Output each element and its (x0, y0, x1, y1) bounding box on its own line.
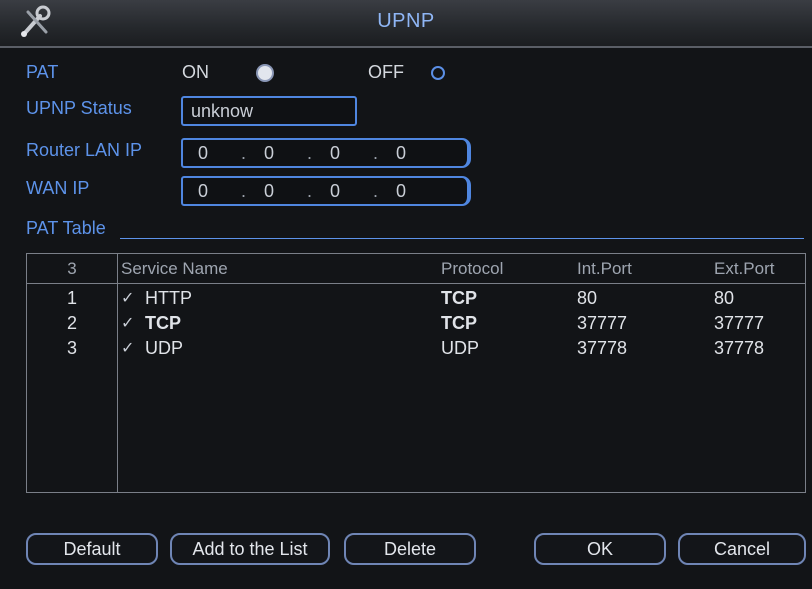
ip-dot: . (307, 143, 313, 163)
service-name-header[interactable]: Service Name (121, 259, 228, 279)
pat-table: 3 Service Name Protocol Int.Port Ext.Por… (26, 253, 806, 493)
ip-octet[interactable]: 0 (189, 181, 217, 202)
ip-octet[interactable]: 0 (255, 181, 283, 202)
delete-button[interactable]: Delete (344, 533, 476, 565)
protocol: TCP (441, 313, 477, 333)
ext-port-header[interactable]: Ext.Port (714, 259, 774, 279)
table-header: 3 Service Name Protocol Int.Port Ext.Por… (27, 254, 805, 284)
window-title: UPNP (377, 10, 435, 32)
pat-off-radio[interactable] (431, 66, 445, 80)
ip-octet[interactable]: 0 (321, 143, 349, 164)
ip-dot: . (307, 181, 313, 201)
router-lan-ip-label: Router LAN IP (26, 140, 143, 160)
upnp-status-field: unknow (181, 96, 357, 126)
ext-port: 37778 (714, 338, 765, 358)
ip-octet[interactable]: 0 (387, 143, 415, 164)
protocol-header[interactable]: Protocol (441, 259, 503, 279)
int-port: 37778 (577, 338, 628, 358)
upnp-status-label: UPNP Status (26, 98, 132, 118)
checkmark-icon[interactable]: ✓ (121, 313, 134, 333)
protocol: TCP (441, 288, 477, 308)
ip-octet[interactable]: 0 (189, 143, 217, 164)
checkmark-icon[interactable]: ✓ (121, 288, 134, 308)
service-name: HTTP (145, 288, 192, 308)
int-port: 80 (577, 288, 598, 308)
ip-octet[interactable]: 0 (255, 143, 283, 164)
ok-button[interactable]: OK (534, 533, 666, 565)
ip-dot: . (241, 143, 247, 163)
pat-off-label: OFF (368, 62, 404, 82)
router-lan-ip-input[interactable]: 0 . 0 . 0 . 0 (181, 138, 471, 168)
wan-ip-label: WAN IP (26, 178, 90, 198)
table-row[interactable]: 1 ✓ HTTP TCP 80 80 (27, 286, 805, 312)
service-name: UDP (145, 338, 184, 358)
title-bar: UPNP (0, 0, 812, 48)
wan-ip-input[interactable]: 0 . 0 . 0 . 0 (181, 176, 471, 206)
row-count-header: 3 (67, 259, 77, 278)
pat-label: PAT (26, 62, 59, 82)
ip-dot: . (373, 143, 379, 163)
ip-dot: . (241, 181, 247, 201)
row-index: 2 (66, 313, 77, 333)
section-divider (120, 238, 804, 239)
ip-octet[interactable]: 0 (321, 181, 349, 202)
protocol: UDP (441, 338, 480, 358)
pat-on-label: ON (182, 62, 209, 82)
row-index: 3 (66, 338, 77, 358)
int-port-header[interactable]: Int.Port (577, 259, 632, 279)
table-row[interactable]: 2 ✓ TCP TCP 37777 37777 (27, 311, 805, 337)
ext-port: 37777 (714, 313, 765, 333)
default-button[interactable]: Default (26, 533, 158, 565)
add-to-list-button[interactable]: Add to the List (170, 533, 330, 565)
cancel-button[interactable]: Cancel (678, 533, 806, 565)
row-index: 1 (66, 288, 77, 308)
table-row[interactable]: 3 ✓ UDP UDP 37778 37778 (27, 336, 805, 362)
ext-port: 80 (714, 288, 735, 308)
service-name: TCP (145, 313, 181, 333)
ip-dot: . (373, 181, 379, 201)
checkmark-icon[interactable]: ✓ (121, 338, 134, 358)
pat-on-radio[interactable] (258, 66, 272, 80)
int-port: 37777 (577, 313, 628, 333)
ip-octet[interactable]: 0 (387, 181, 415, 202)
pat-table-title: PAT Table (26, 218, 106, 238)
